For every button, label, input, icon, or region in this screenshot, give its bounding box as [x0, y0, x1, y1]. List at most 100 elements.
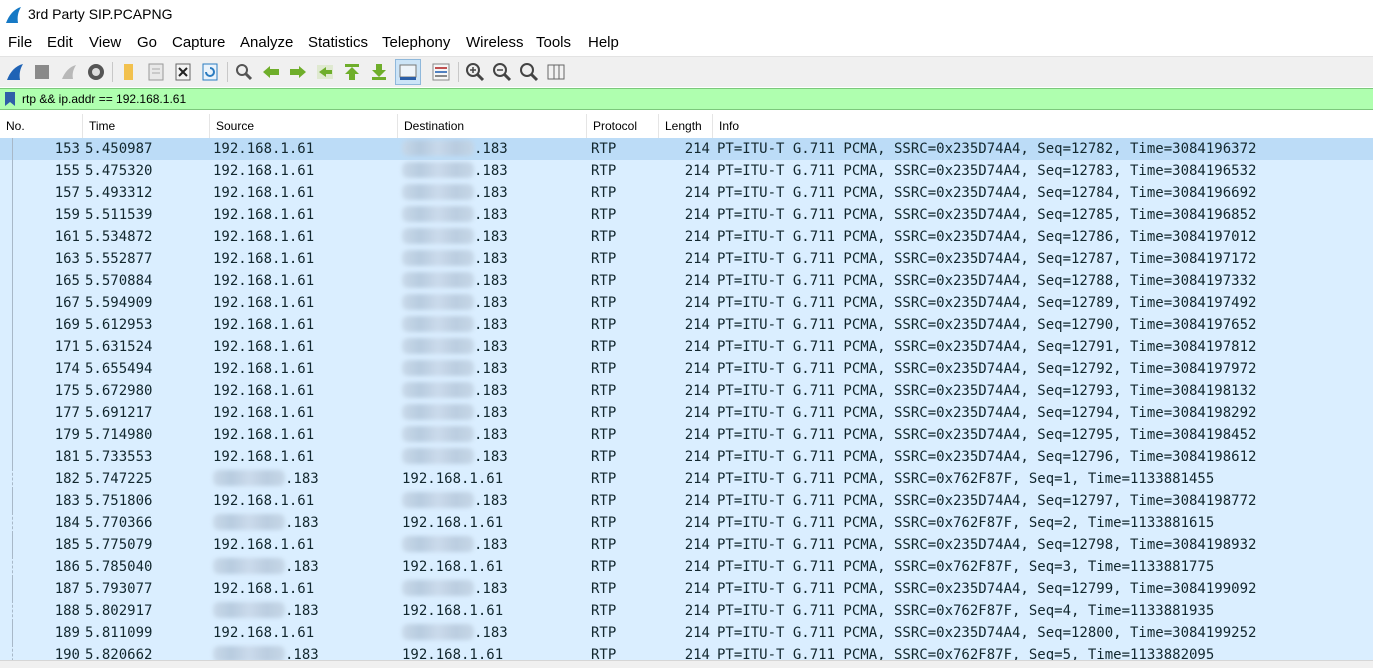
go-forward-icon[interactable] — [287, 61, 309, 83]
table-row[interactable]: 182 5.747225.183 192.168.1.61 RTP 214 PT=ITU-… — [0, 468, 1373, 490]
go-back-icon[interactable] — [260, 61, 282, 83]
cell-info: PT=ITU-T G.711 PCMA, SSRC=0x235D74A4, Se… — [717, 141, 1257, 157]
column-no[interactable]: No. — [0, 114, 83, 138]
bookmark-icon[interactable] — [4, 91, 16, 107]
table-row[interactable]: 175 5.672980 192.168.1.61.183 RTP 214 PT=ITU-… — [0, 380, 1373, 402]
cell-length: 214 — [684, 559, 710, 575]
resize-columns-icon[interactable] — [545, 61, 567, 83]
column-source[interactable]: Source — [210, 114, 398, 138]
column-info[interactable]: Info — [713, 114, 1373, 138]
cell-info: PT=ITU-T G.711 PCMA, SSRC=0x235D74A4, Se… — [717, 383, 1257, 399]
table-row[interactable]: 171 5.631524 192.168.1.61.183 RTP 214 PT=ITU-… — [0, 336, 1373, 358]
cell-length: 214 — [684, 537, 710, 553]
cell-length: 214 — [684, 229, 710, 245]
display-filter-bar[interactable]: rtp && ip.addr == 192.168.1.61 — [0, 88, 1373, 110]
table-row[interactable]: 189 5.811099 192.168.1.61.183 RTP 214 PT=ITU-… — [0, 622, 1373, 644]
table-row[interactable]: 159 5.511539 192.168.1.61.183 RTP 214 PT=ITU-… — [0, 204, 1373, 226]
cell-length: 214 — [684, 603, 710, 619]
table-row[interactable]: 174 5.655494 192.168.1.61.183 RTP 214 PT=ITU-… — [0, 358, 1373, 380]
table-row[interactable]: 179 5.714980 192.168.1.61.183 RTP 214 PT=ITU-… — [0, 424, 1373, 446]
table-row[interactable]: 167 5.594909 192.168.1.61.183 RTP 214 PT=ITU-… — [0, 292, 1373, 314]
cell-length: 214 — [684, 185, 710, 201]
menu-capture[interactable]: Capture — [172, 34, 225, 51]
table-row[interactable]: 181 5.733553 192.168.1.61.183 RTP 214 PT=ITU-… — [0, 446, 1373, 468]
table-row[interactable]: 183 5.751806 192.168.1.61.183 RTP 214 PT=ITU-… — [0, 490, 1373, 512]
save-file-icon[interactable] — [145, 61, 167, 83]
cell-info: PT=ITU-T G.711 PCMA, SSRC=0x235D74A4, Se… — [717, 493, 1257, 509]
table-row[interactable]: 169 5.612953 192.168.1.61.183 RTP 214 PT=ITU-… — [0, 314, 1373, 336]
cell-length: 214 — [684, 427, 710, 443]
cell-length: 214 — [684, 295, 710, 311]
cell-info: PT=ITU-T G.711 PCMA, SSRC=0x762F87F, Seq… — [717, 515, 1215, 531]
menu-view[interactable]: View — [89, 34, 121, 51]
cell-length: 214 — [684, 449, 710, 465]
packet-list: 153 5.450987 192.168.1.61.183 RTP 214 PT=ITU-… — [0, 138, 1373, 660]
table-row[interactable]: 177 5.691217 192.168.1.61.183 RTP 214 PT=ITU-… — [0, 402, 1373, 424]
cell-info: PT=ITU-T G.711 PCMA, SSRC=0x235D74A4, Se… — [717, 449, 1257, 465]
display-filter-input[interactable]: rtp && ip.addr == 192.168.1.61 — [22, 92, 186, 106]
cell-info: PT=ITU-T G.711 PCMA, SSRC=0x235D74A4, Se… — [717, 295, 1257, 311]
shark-fin-start-icon[interactable] — [4, 61, 26, 83]
main-toolbar — [0, 56, 1373, 87]
menu-help[interactable]: Help — [588, 34, 619, 51]
column-destination[interactable]: Destination — [398, 114, 587, 138]
restart-capture-icon[interactable] — [58, 61, 80, 83]
cell-length: 214 — [684, 339, 710, 355]
cell-info: PT=ITU-T G.711 PCMA, SSRC=0x235D74A4, Se… — [717, 273, 1257, 289]
table-row[interactable]: 190 5.820662.183 192.168.1.61 RTP 214 PT=ITU-… — [0, 644, 1373, 660]
cell-info: PT=ITU-T G.711 PCMA, SSRC=0x235D74A4, Se… — [717, 581, 1257, 597]
menu-edit[interactable]: Edit — [47, 34, 73, 51]
cell-info: PT=ITU-T G.711 PCMA, SSRC=0x235D74A4, Se… — [717, 317, 1257, 333]
menu-wireless[interactable]: Wireless — [466, 34, 524, 51]
table-row[interactable]: 187 5.793077 192.168.1.61.183 RTP 214 PT=ITU-… — [0, 578, 1373, 600]
go-to-packet-icon[interactable] — [314, 61, 336, 83]
capture-options-icon[interactable] — [85, 61, 107, 83]
menu-telephony[interactable]: Telephony — [382, 34, 450, 51]
table-row[interactable]: 155 5.475320 192.168.1.61.183 RTP 214 PT=ITU-… — [0, 160, 1373, 182]
reload-file-icon[interactable] — [199, 61, 221, 83]
cell-length: 214 — [684, 163, 710, 179]
autoscroll-icon[interactable] — [395, 59, 421, 85]
stop-capture-icon[interactable] — [31, 61, 53, 83]
find-packet-icon[interactable] — [233, 61, 255, 83]
table-row[interactable]: 188 5.802917.183 192.168.1.61 RTP 214 PT=ITU-… — [0, 600, 1373, 622]
table-row[interactable]: 165 5.570884 192.168.1.61.183 RTP 214 PT=ITU-… — [0, 270, 1373, 292]
cell-length: 214 — [684, 141, 710, 157]
cell-length: 214 — [684, 625, 710, 641]
zoom-out-icon[interactable] — [491, 61, 513, 83]
menu-statistics[interactable]: Statistics — [308, 34, 368, 51]
cell-info: PT=ITU-T G.711 PCMA, SSRC=0x235D74A4, Se… — [717, 251, 1257, 267]
cell-length: 214 — [684, 647, 710, 660]
zoom-in-icon[interactable] — [464, 61, 486, 83]
cell-info: PT=ITU-T G.711 PCMA, SSRC=0x235D74A4, Se… — [717, 339, 1257, 355]
cell-info: PT=ITU-T G.711 PCMA, SSRC=0x235D74A4, Se… — [717, 537, 1257, 553]
menu-go[interactable]: Go — [137, 34, 157, 51]
table-row[interactable]: 186 5.785040.183 192.168.1.61 RTP 214 PT=ITU-… — [0, 556, 1373, 578]
menu-tools[interactable]: Tools — [536, 34, 571, 51]
cell-length: 214 — [684, 471, 710, 487]
table-row[interactable]: 185 5.775079 192.168.1.61.183 RTP 214 PT=ITU-… — [0, 534, 1373, 556]
cell-info: PT=ITU-T G.711 PCMA, SSRC=0x235D74A4, Se… — [717, 207, 1257, 223]
table-row[interactable]: 153 5.450987 192.168.1.61.183 RTP 214 PT=ITU-… — [0, 138, 1373, 160]
table-row[interactable]: 184 5.770366.183 192.168.1.61 RTP 214 PT=ITU-… — [0, 512, 1373, 534]
cell-length: 214 — [684, 251, 710, 267]
menu-file[interactable]: File — [8, 34, 32, 51]
go-last-packet-icon[interactable] — [368, 61, 390, 83]
cell-info: PT=ITU-T G.711 PCMA, SSRC=0x235D74A4, Se… — [717, 163, 1257, 179]
cell-info: PT=ITU-T G.711 PCMA, SSRC=0x235D74A4, Se… — [717, 229, 1257, 245]
column-protocol[interactable]: Protocol — [587, 114, 659, 138]
table-row[interactable]: 157 5.493312 192.168.1.61.183 RTP 214 PT=ITU-… — [0, 182, 1373, 204]
column-length[interactable]: Length — [659, 114, 713, 138]
colorize-icon[interactable] — [430, 61, 452, 83]
go-first-packet-icon[interactable] — [341, 61, 363, 83]
open-file-icon[interactable] — [117, 61, 139, 83]
cell-length: 214 — [684, 493, 710, 509]
table-row[interactable]: 163 5.552877 192.168.1.61.183 RTP 214 PT=ITU-… — [0, 248, 1373, 270]
zoom-normal-icon[interactable] — [518, 61, 540, 83]
menu-analyze[interactable]: Analyze — [240, 34, 293, 51]
close-file-icon[interactable] — [172, 61, 194, 83]
cell-info: PT=ITU-T G.711 PCMA, SSRC=0x762F87F, Seq… — [717, 647, 1215, 660]
table-row[interactable]: 161 5.534872 192.168.1.61.183 RTP 214 PT=ITU-… — [0, 226, 1373, 248]
menu-bar: File Edit View Go Capture Analyze Statis… — [0, 31, 1373, 55]
column-time[interactable]: Time — [83, 114, 210, 138]
